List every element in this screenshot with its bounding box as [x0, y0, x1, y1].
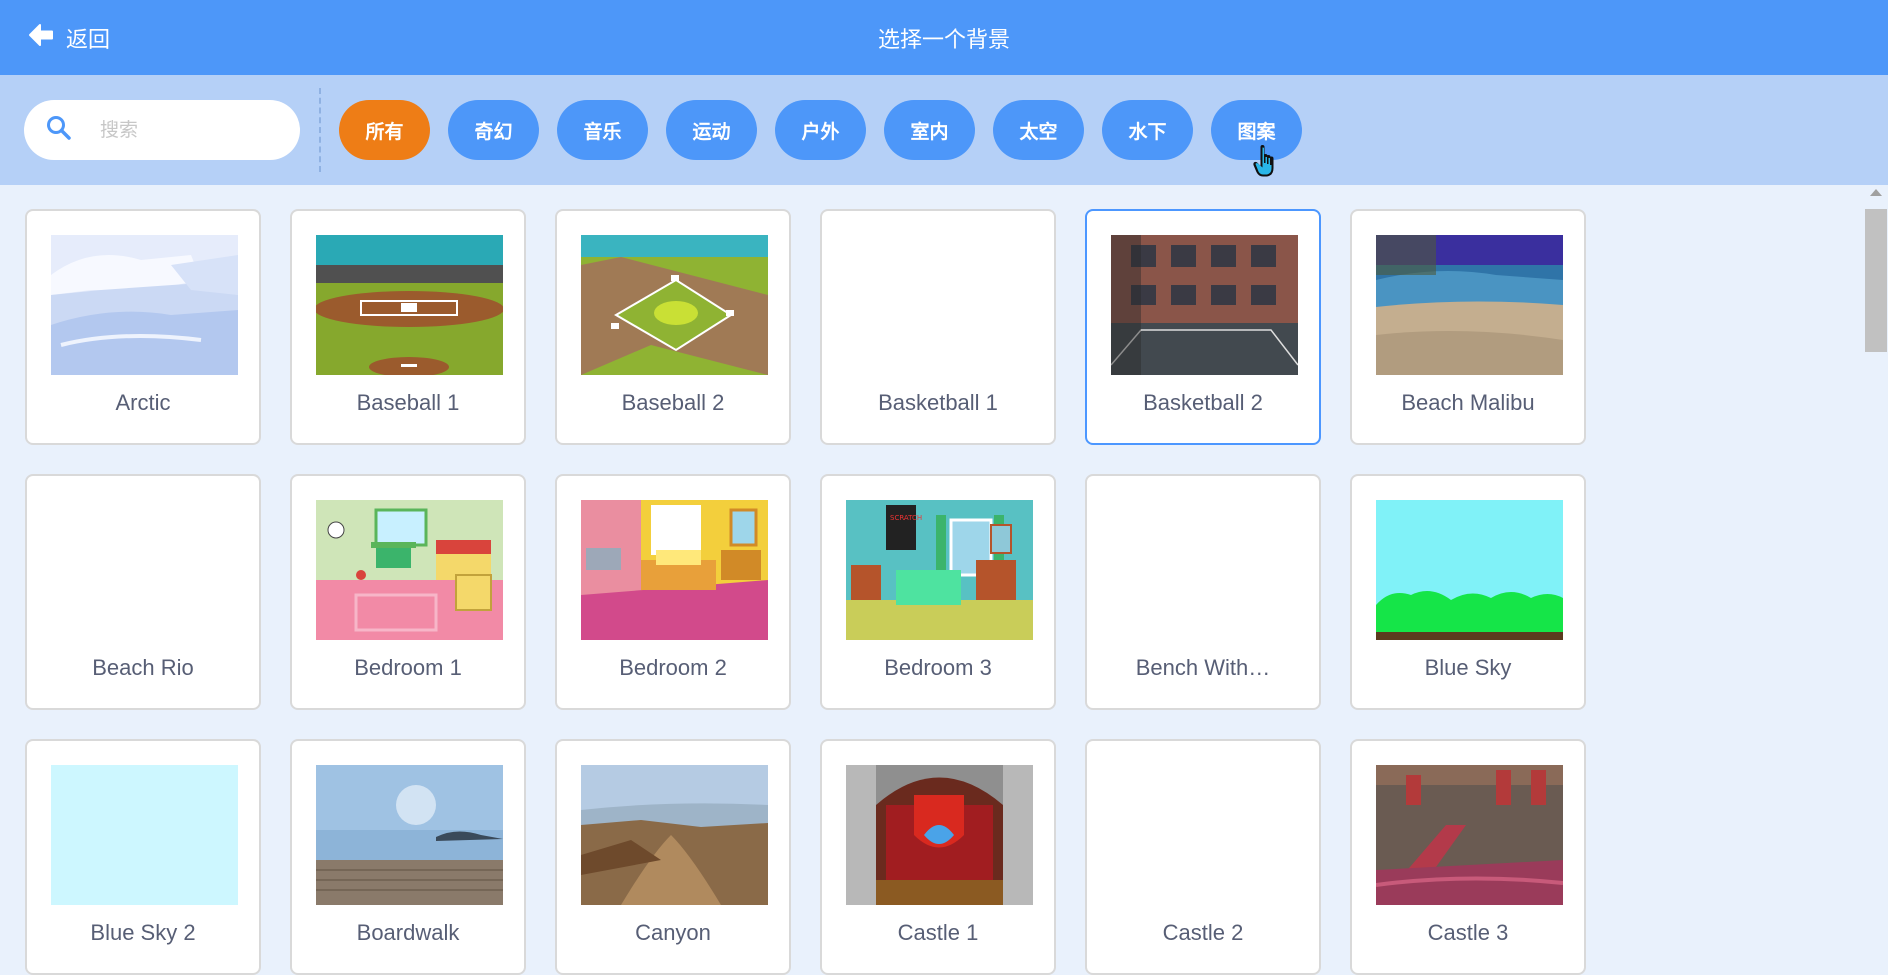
hand-pointer-icon — [1253, 144, 1279, 184]
backdrop-label: Castle 1 — [897, 920, 979, 945]
backdrop-thumbnail — [1376, 500, 1563, 640]
backdrop-label: Arctic — [115, 390, 171, 415]
backdrop-thumbnail — [1376, 765, 1563, 905]
scroll-thumb[interactable] — [1865, 209, 1887, 352]
search-input[interactable] — [98, 118, 282, 142]
backdrop-card[interactable]: Blue Sky — [1350, 474, 1586, 710]
backdrop-label: Blue Sky — [1424, 655, 1512, 680]
backdrop-card[interactable]: Arctic — [25, 209, 261, 445]
backdrop-card[interactable]: Baseball 2 — [555, 209, 791, 445]
backdrop-label: Bench With… — [1135, 655, 1271, 680]
backdrop-card[interactable]: Bench With… — [1085, 474, 1321, 710]
backdrop-card[interactable]: Castle 3 — [1350, 739, 1586, 975]
header-bar: 返回 选择一个背景 — [0, 0, 1888, 75]
backdrop-card[interactable]: SCRATCH Bedroom 3 — [820, 474, 1056, 710]
backdrop-thumbnail — [581, 235, 768, 375]
backdrop-card[interactable]: Bedroom 2 — [555, 474, 791, 710]
tag-4[interactable]: 户外 — [775, 100, 866, 160]
backdrop-label: Bedroom 2 — [619, 655, 727, 680]
tag-3[interactable]: 运动 — [666, 100, 757, 160]
backdrop-thumbnail — [581, 500, 768, 640]
backdrop-label: Basketball 1 — [878, 390, 998, 415]
tag-7[interactable]: 水下 — [1102, 100, 1193, 160]
backdrop-card[interactable]: Baseball 1 — [290, 209, 526, 445]
backdrop-label: Bedroom 3 — [884, 655, 992, 680]
backdrop-thumbnail — [51, 235, 238, 375]
tag-list: 所有 奇幻 音乐 运动 户外 室内 太空 水下 图案 — [339, 100, 1302, 160]
backdrop-thumbnail — [1111, 500, 1298, 640]
backdrop-label: Baseball 1 — [356, 390, 460, 415]
backdrop-label: Castle 3 — [1427, 920, 1509, 945]
backdrop-label: Castle 2 — [1162, 920, 1244, 945]
svg-text:SCRATCH: SCRATCH — [890, 514, 922, 522]
backdrop-thumbnail — [316, 235, 503, 375]
page-title: 选择一个背景 — [877, 27, 1010, 53]
backdrop-thumbnail — [51, 500, 238, 640]
tag-1[interactable]: 奇幻 — [448, 100, 539, 160]
backdrop-thumbnail: SCRATCH — [846, 500, 1033, 640]
tag-0[interactable]: 所有 — [339, 100, 430, 160]
divider — [319, 88, 321, 172]
backdrop-thumbnail — [1111, 235, 1298, 375]
backdrop-thumbnail — [581, 765, 768, 905]
backdrop-label: Boardwalk — [356, 920, 460, 945]
backdrop-thumbnail — [51, 765, 238, 905]
backdrop-label: Blue Sky 2 — [90, 920, 196, 945]
backdrop-card[interactable]: Castle 1 — [820, 739, 1056, 975]
backdrop-thumbnail — [316, 765, 503, 905]
backdrop-label: Canyon — [635, 920, 711, 945]
search-icon — [46, 115, 72, 146]
backdrop-card[interactable]: Basketball 1 — [820, 209, 1056, 445]
backdrop-thumbnail — [1376, 235, 1563, 375]
backdrop-card[interactable]: Blue Sky 2 — [25, 739, 261, 975]
backdrop-card[interactable]: Boardwalk — [290, 739, 526, 975]
backdrop-label: Beach Malibu — [1401, 390, 1535, 415]
filter-bar: 所有奇幻音乐运动户外室内太空水下图案 — [0, 75, 1888, 185]
backdrop-card[interactable]: Castle 2 — [1085, 739, 1321, 975]
backdrop-thumbnail — [846, 235, 1033, 375]
backdrop-label: Basketball 2 — [1143, 390, 1263, 415]
tag-6[interactable]: 太空 — [993, 100, 1084, 160]
scrollbar[interactable] — [1862, 185, 1888, 968]
backdrop-card[interactable]: Canyon — [555, 739, 791, 975]
tag-5[interactable]: 室内 — [884, 100, 975, 160]
scroll-up-icon[interactable] — [1870, 189, 1882, 196]
backdrop-thumbnail — [846, 765, 1033, 905]
backdrop-label: Bedroom 1 — [354, 655, 462, 680]
backdrop-card[interactable]: Bedroom 1 — [290, 474, 526, 710]
backdrop-card[interactable]: Beach Rio — [25, 474, 261, 710]
backdrop-thumbnail — [1111, 765, 1298, 905]
backdrop-card[interactable]: Beach Malibu — [1350, 209, 1586, 445]
backdrop-card[interactable]: Basketball 2 — [1085, 209, 1321, 445]
tag-2[interactable]: 音乐 — [557, 100, 648, 160]
backdrop-label: Beach Rio — [92, 655, 194, 680]
search-box[interactable] — [24, 100, 300, 160]
backdrop-label: Baseball 2 — [621, 390, 725, 415]
backdrop-thumbnail — [316, 500, 503, 640]
